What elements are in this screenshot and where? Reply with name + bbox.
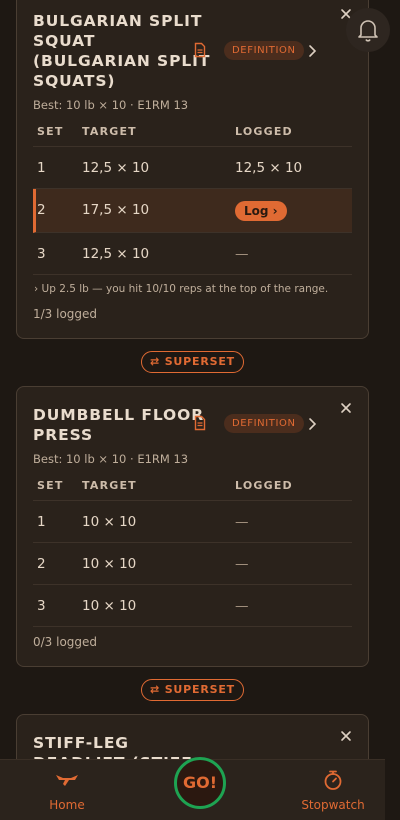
table-row-active[interactable]: 2 17,5 × 10 Log ›	[33, 189, 352, 233]
note-icon[interactable]	[192, 415, 208, 431]
table-row[interactable]: 3 10 × 10 —	[33, 585, 352, 627]
table-row[interactable]: 1 12,5 × 10 12,5 × 10	[33, 147, 352, 189]
table-row[interactable]: 3 12,5 × 10 —	[33, 233, 352, 275]
exercise-card-dumbbell-floor-press: DUMBBELL FLOOR PRESS DEFINITION Best: 10…	[16, 386, 369, 667]
exercise-title[interactable]: DUMBBELL FLOOR PRESS	[33, 405, 204, 445]
exercise-card-bulgarian-split-squat: BULGARIAN SPLIT SQUAT (BULGARIAN SPLIT S…	[16, 0, 369, 339]
nav-home[interactable]: Home	[44, 775, 90, 812]
exercise-title[interactable]: BULGARIAN SPLIT SQUAT (BULGARIAN SPLIT S…	[33, 11, 210, 91]
go-button[interactable]: GO!	[174, 757, 226, 809]
logged-count: 0/3 logged	[33, 635, 98, 649]
superset-badge[interactable]: ⇄ SUPERSET	[141, 351, 244, 373]
definition-badge[interactable]: DEFINITION	[224, 414, 304, 433]
note-icon[interactable]	[192, 42, 208, 58]
superset-badge[interactable]: ⇄ SUPERSET	[141, 679, 244, 701]
bell-icon	[358, 20, 378, 42]
table-header: SET TARGET LOGGED	[33, 471, 352, 501]
best-record: Best: 10 lb × 10 · E1RM 13	[33, 98, 189, 112]
definition-badge[interactable]: DEFINITION	[224, 41, 304, 60]
stopwatch-icon	[324, 770, 342, 790]
sets-table: SET TARGET LOGGED 1 12,5 × 10 12,5 × 10 …	[33, 117, 352, 275]
progression-hint: › Up 2.5 lb — you hit 10/10 reps at the …	[34, 283, 329, 295]
table-header: SET TARGET LOGGED	[33, 117, 352, 147]
log-button[interactable]: Log ›	[235, 201, 287, 221]
table-row[interactable]: 1 10 × 10 —	[33, 501, 352, 543]
swap-icon: ⇄	[150, 683, 161, 696]
best-record: Best: 10 lb × 10 · E1RM 13	[33, 452, 189, 466]
chevron-right-icon[interactable]	[306, 416, 318, 430]
logged-count: 1/3 logged	[33, 307, 98, 321]
nav-stopwatch[interactable]: Stopwatch	[297, 770, 369, 812]
swap-icon: ⇄	[150, 355, 161, 368]
chevron-right-icon[interactable]	[306, 43, 318, 57]
sets-table: SET TARGET LOGGED 1 10 × 10 — 2 10 × 10 …	[33, 471, 352, 627]
close-icon[interactable]	[338, 400, 354, 416]
notifications-button[interactable]	[346, 8, 390, 52]
barbell-icon	[56, 775, 78, 786]
close-icon[interactable]	[338, 728, 354, 744]
table-row[interactable]: 2 10 × 10 —	[33, 543, 352, 585]
